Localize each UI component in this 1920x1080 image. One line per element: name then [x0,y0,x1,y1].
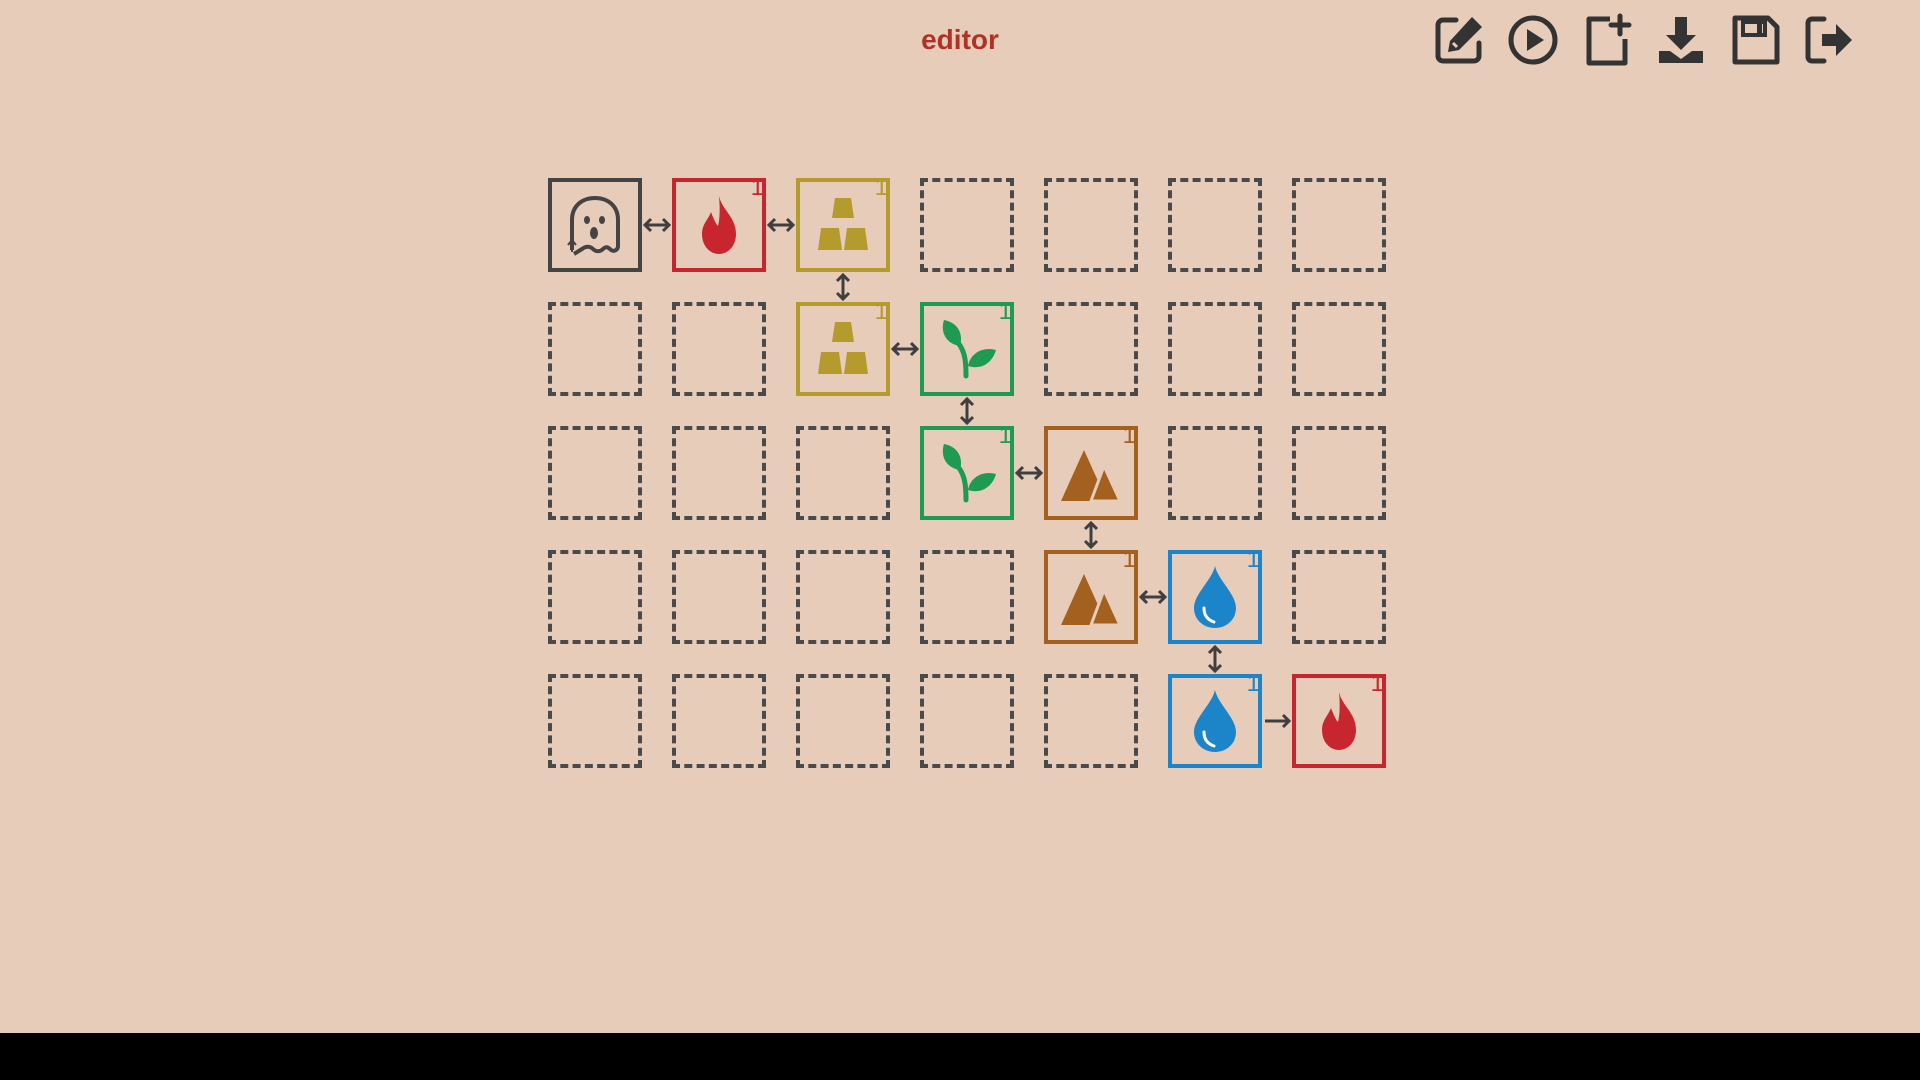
empty-slot[interactable] [1292,550,1386,644]
tile-count: 1 [1122,422,1136,449]
empty-slot[interactable] [1292,302,1386,396]
empty-slot[interactable] [548,426,642,520]
tile-count: 1 [874,298,888,325]
empty-slot[interactable] [1044,178,1138,272]
empty-slot[interactable] [672,302,766,396]
bidirectional-link-arrow [642,217,672,233]
bidirectional-link-arrow [1138,589,1168,605]
tile-count: 1 [998,422,1012,449]
empty-slot[interactable] [1044,674,1138,768]
water-tile[interactable]: 1 [1168,546,1262,644]
game-board: 1 1 1 1 1 1 1 1 1 1 [0,0,1920,1033]
empty-slot[interactable] [796,426,890,520]
bidirectional-link-arrow [959,396,975,426]
bidirectional-link-arrow [1083,520,1099,550]
empty-slot[interactable] [796,550,890,644]
water-drop-icon [1194,690,1236,752]
empty-slot[interactable] [672,674,766,768]
fire-icon [1322,692,1356,750]
tile-count: 1 [750,174,764,201]
water-tile[interactable]: 1 [1168,670,1262,768]
empty-slot[interactable] [1168,426,1262,520]
fire-tile[interactable]: 1 [1292,670,1386,768]
tile-count: 1 [1122,546,1136,573]
gold-bars-icon [818,198,868,250]
sprout-icon [942,444,996,503]
bidirectional-link-arrow [1014,465,1044,481]
fire-tile[interactable]: 1 [672,174,766,272]
empty-slot[interactable] [1044,302,1138,396]
mountain-icon [1061,574,1123,627]
tile-count: 1 [1370,670,1384,697]
ghost-tile[interactable] [548,178,642,272]
mountain-tile[interactable]: 1 [1044,422,1138,520]
empty-slot[interactable] [1292,178,1386,272]
water-drop-icon [1194,566,1236,628]
empty-slot[interactable] [920,178,1014,272]
mountain-tile[interactable]: 1 [1044,546,1138,644]
gold-tile[interactable]: 1 [796,174,890,272]
tile-count: 1 [874,174,888,201]
empty-slot[interactable] [672,550,766,644]
empty-slot[interactable] [1168,178,1262,272]
plant-tile[interactable]: 1 [920,422,1014,520]
gold-tile[interactable]: 1 [796,298,890,396]
empty-slot[interactable] [672,426,766,520]
gold-bars-icon [818,322,868,374]
empty-slot[interactable] [548,674,642,768]
empty-slot[interactable] [548,302,642,396]
fire-icon [702,196,736,254]
plant-tile[interactable]: 1 [920,298,1014,396]
ghost-icon [567,196,620,256]
one-way-link-arrow [1265,713,1292,729]
tile-count: 1 [998,298,1012,325]
empty-slot[interactable] [1168,302,1262,396]
bidirectional-link-arrow [766,217,796,233]
mountain-icon [1061,450,1123,503]
bottom-bar [0,1033,1920,1080]
empty-slot[interactable] [1292,426,1386,520]
tile-count: 1 [1246,546,1260,573]
bidirectional-link-arrow [835,272,851,302]
empty-slot[interactable] [796,674,890,768]
tile-count: 1 [1246,670,1260,697]
editor-screen: editor 1 1 1 1 1 1 1 1 1 1 [0,0,1920,1033]
bidirectional-link-arrow [1207,644,1223,674]
empty-slot[interactable] [548,550,642,644]
bidirectional-link-arrow [890,341,920,357]
empty-slot[interactable] [920,674,1014,768]
sprout-icon [942,320,996,379]
empty-slot[interactable] [920,550,1014,644]
